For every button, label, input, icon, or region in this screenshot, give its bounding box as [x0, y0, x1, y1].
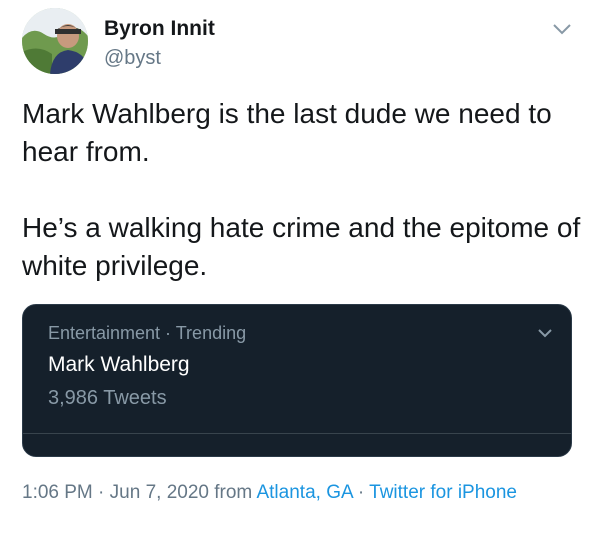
trend-category: Entertainment · Trending — [48, 323, 247, 343]
display-name[interactable]: Byron Innit — [104, 17, 215, 41]
tweet-paragraph: Mark Wahlberg is the last dude we need t… — [22, 98, 552, 167]
tweet-paragraph: He’s a walking hate crime and the epitom… — [22, 212, 581, 281]
trend-tweet-count: 3,986 Tweets — [48, 387, 167, 409]
chevron-down-icon[interactable] — [552, 22, 572, 36]
tweet-meta: 1:06 PM · Jun 7, 2020 from Atlanta, GA ·… — [22, 480, 542, 506]
location-link[interactable]: Atlanta, GA — [256, 482, 352, 503]
separator: · — [92, 482, 110, 503]
tweet-header: Byron Innit @byst — [22, 8, 582, 80]
tweet-text: Mark Wahlberg is the last dude we need t… — [22, 95, 582, 285]
tweet-date[interactable]: Jun 7, 2020 — [110, 482, 209, 503]
avatar[interactable] — [22, 8, 88, 74]
tweet-time[interactable]: 1:06 PM — [22, 482, 93, 503]
trend-card[interactable]: Entertainment · Trending Mark Wahlberg 3… — [22, 304, 572, 457]
card-divider — [23, 433, 571, 434]
user-handle[interactable]: @byst — [104, 47, 161, 70]
trend-topic[interactable]: Mark Wahlberg — [48, 353, 190, 377]
chevron-down-icon[interactable] — [537, 327, 553, 339]
separator: · — [352, 482, 370, 503]
source-link[interactable]: Twitter for iPhone — [369, 482, 517, 503]
from-label: from — [208, 482, 257, 503]
profile-photo-icon — [22, 8, 88, 74]
